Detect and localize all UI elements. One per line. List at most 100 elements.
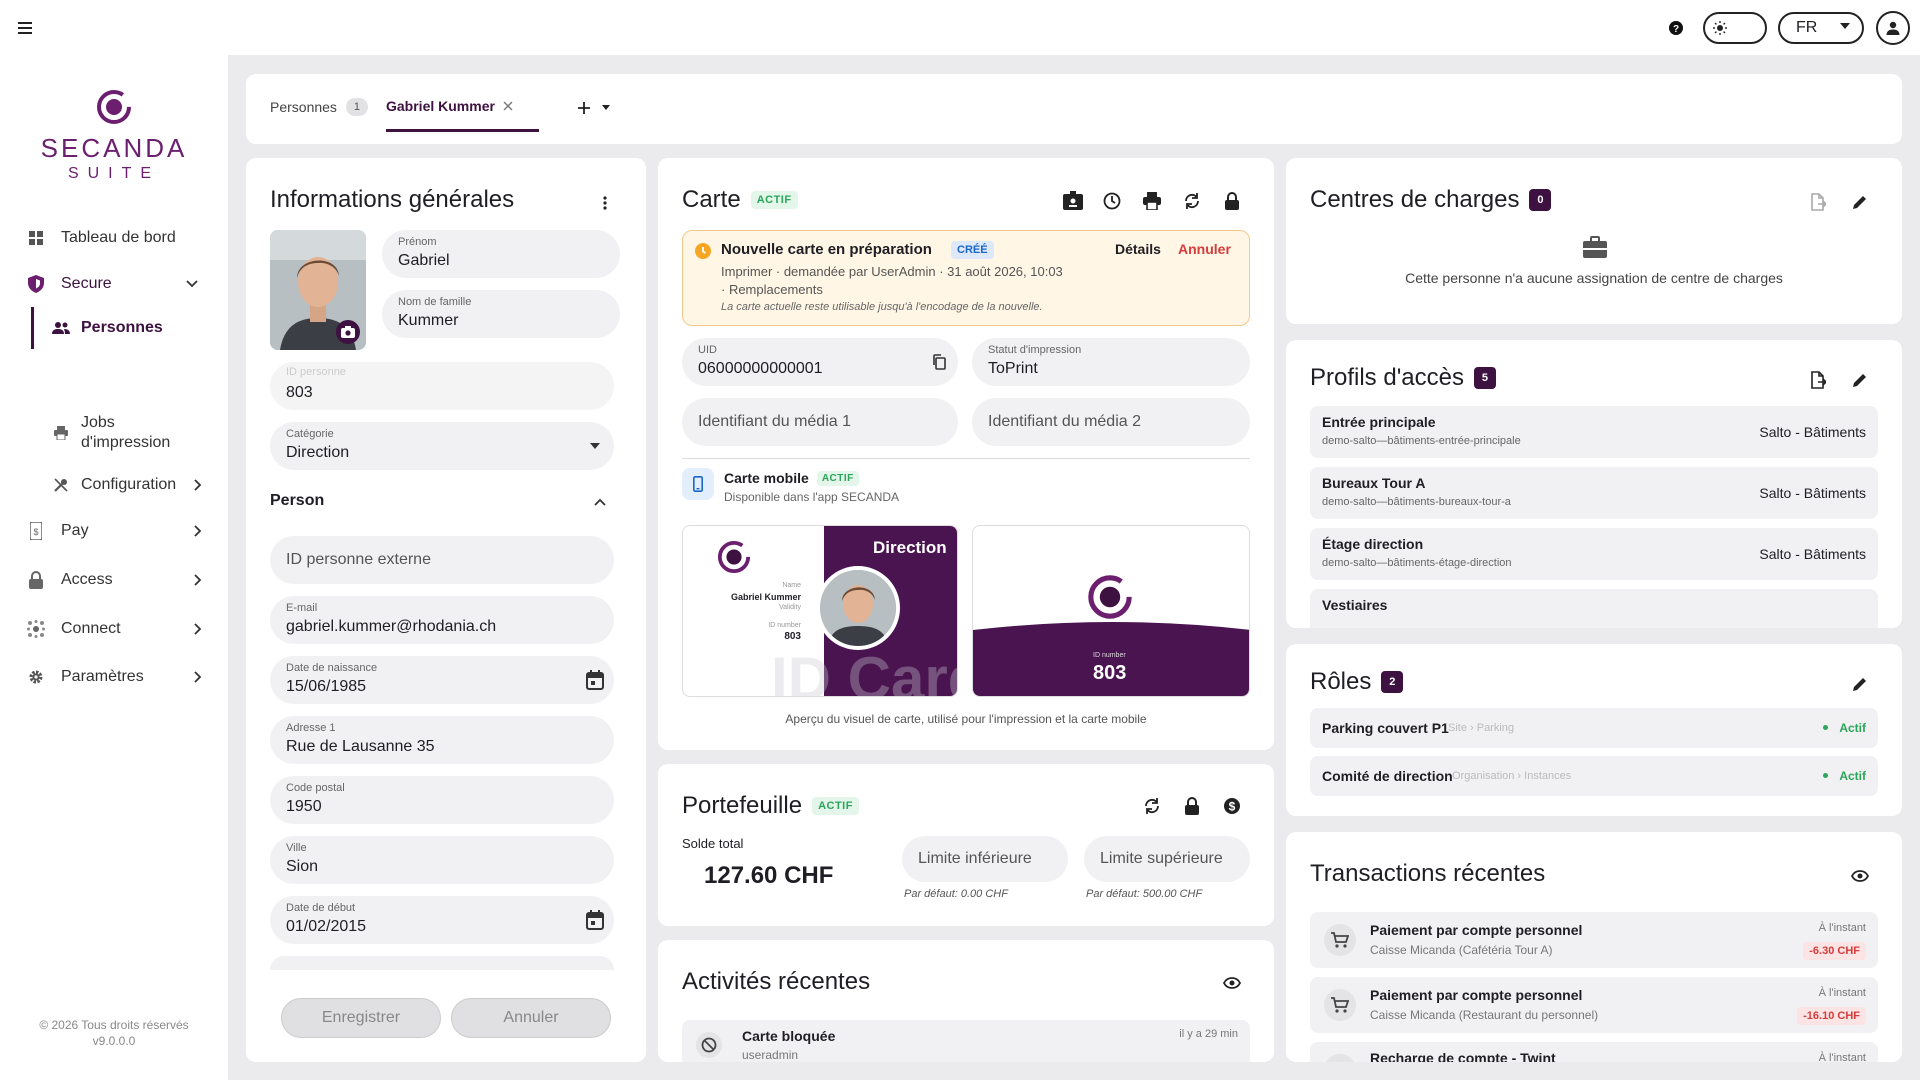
print-icon[interactable] bbox=[1142, 191, 1162, 211]
count-badge: 0 bbox=[1529, 189, 1552, 211]
card-title: Carte bbox=[682, 186, 741, 213]
more-vert-icon[interactable] bbox=[596, 194, 614, 212]
edit-icon[interactable] bbox=[1850, 674, 1870, 694]
first-name-field[interactable]: Prénom Gabriel bbox=[382, 230, 620, 278]
access-profile-row[interactable]: Vestiaires bbox=[1310, 589, 1878, 628]
lock-icon bbox=[27, 571, 45, 589]
mobile-card-title: Carte mobile bbox=[724, 470, 809, 486]
birthdate-field[interactable]: Date de naissance 15/06/1985 bbox=[270, 656, 614, 704]
theme-toggle[interactable] bbox=[1703, 12, 1767, 44]
camera-icon[interactable] bbox=[336, 320, 360, 344]
transaction-row[interactable]: Paiement par compte personnel Caisse Mic… bbox=[1310, 912, 1878, 968]
card-front-category: Direction bbox=[873, 538, 947, 557]
calendar-icon[interactable] bbox=[586, 910, 604, 930]
last-name-field[interactable]: Nom de famille Kummer bbox=[382, 290, 620, 338]
balance-label: Solde total bbox=[682, 836, 744, 851]
mobile-phone-icon bbox=[682, 468, 714, 500]
sync-icon[interactable] bbox=[1182, 191, 1202, 211]
sync-icon[interactable] bbox=[1142, 796, 1162, 816]
activity-item[interactable]: Carte bloquée useradmin il y a 29 min bbox=[682, 1020, 1250, 1062]
badge-id-icon[interactable] bbox=[1062, 190, 1084, 212]
section-person-header[interactable]: Person bbox=[270, 492, 614, 516]
currency-icon[interactable]: $ bbox=[1222, 796, 1242, 816]
sidebar-item-connect[interactable]: Connect bbox=[0, 614, 228, 644]
profile-name: Étage direction bbox=[1322, 536, 1424, 552]
tab-persons[interactable]: Personnes 1 bbox=[270, 98, 368, 116]
export-icon[interactable] bbox=[1808, 192, 1828, 212]
sidebar-item-access[interactable]: Access bbox=[0, 565, 228, 595]
history-icon[interactable] bbox=[1102, 191, 1122, 211]
calendar-icon[interactable] bbox=[586, 670, 604, 690]
lock-icon[interactable] bbox=[1222, 191, 1242, 211]
transaction-title: Paiement par compte personnel bbox=[1370, 922, 1583, 938]
access-profiles-section: Profils d'accès 5 Entrée principale demo… bbox=[1286, 340, 1902, 628]
print-status-field[interactable]: Statut d'impression ToPrint bbox=[972, 338, 1250, 386]
tools-icon bbox=[53, 477, 69, 493]
profile-code: demo-salto—bâtiments-entrée-principale bbox=[1322, 435, 1521, 447]
edit-icon[interactable] bbox=[1850, 192, 1870, 212]
address-field[interactable]: Adresse 1 Rue de Lausanne 35 bbox=[270, 716, 614, 764]
eye-icon[interactable] bbox=[1222, 973, 1242, 993]
access-profile-row[interactable]: Entrée principale demo-salto—bâtiments-e… bbox=[1310, 406, 1878, 458]
postal-code-field[interactable]: Code postal 1950 bbox=[270, 776, 614, 824]
sidebar-item-label: Access bbox=[61, 571, 113, 588]
empty-state-text: Cette personne n'a aucune assignation de… bbox=[1405, 270, 1783, 286]
printer-icon bbox=[53, 425, 69, 441]
card-title: Portefeuille bbox=[682, 792, 803, 819]
notice-cancel-link[interactable]: Annuler bbox=[1178, 241, 1231, 257]
cancel-button[interactable]: Annuler bbox=[451, 998, 611, 1038]
sidebar-item-print-jobs[interactable]: Jobs d'impression bbox=[0, 413, 228, 453]
notice-details-link[interactable]: Détails bbox=[1115, 241, 1161, 257]
sidebar-item-persons[interactable]: Personnes bbox=[0, 313, 228, 343]
email-field[interactable]: E-mail gabriel.kummer@rhodania.ch bbox=[270, 596, 614, 644]
sidebar-item-pay[interactable]: $ Pay bbox=[0, 516, 228, 546]
copyright: © 2026 Tous droits réservés bbox=[39, 1018, 189, 1032]
sidebar-item-dashboard[interactable]: Tableau de bord bbox=[0, 223, 228, 253]
eye-icon[interactable] bbox=[1850, 866, 1870, 886]
gear-icon bbox=[28, 669, 44, 685]
notice-line: Imprimer · demandée par UserAdmin · 31 a… bbox=[721, 264, 1063, 279]
user-account-icon[interactable] bbox=[1876, 11, 1910, 45]
close-icon[interactable] bbox=[503, 101, 513, 111]
help-icon[interactable]: ? bbox=[1666, 18, 1686, 38]
add-tab-icon[interactable] bbox=[576, 100, 592, 116]
profile-system: Salto - Bâtiments bbox=[1759, 424, 1866, 440]
logo-subtext: SUITE bbox=[67, 165, 161, 182]
role-row[interactable]: Parking couvert P1 Site › Parking Actif bbox=[1310, 708, 1878, 748]
chevron-right-icon bbox=[194, 574, 202, 586]
language-select[interactable]: FR bbox=[1778, 12, 1864, 44]
tab-gabriel-kummer[interactable]: Gabriel Kummer bbox=[386, 98, 513, 114]
lock-icon[interactable] bbox=[1182, 796, 1202, 816]
sidebar-item-settings[interactable]: Paramètres bbox=[0, 662, 228, 692]
category-select[interactable]: Catégorie Direction bbox=[270, 422, 614, 470]
caret-down-icon[interactable] bbox=[602, 105, 610, 110]
next-field[interactable] bbox=[270, 956, 614, 970]
lower-limit-field[interactable]: Limite inférieure bbox=[902, 836, 1068, 882]
svg-text:?: ? bbox=[1673, 24, 1679, 35]
role-path: Site › Parking bbox=[1448, 722, 1515, 734]
copy-icon[interactable] bbox=[932, 354, 946, 370]
avatar[interactable] bbox=[270, 230, 366, 350]
export-icon[interactable] bbox=[1808, 370, 1828, 390]
sidebar-item-label: Tableau de bord bbox=[61, 229, 176, 246]
media-id-1-field[interactable]: Identifiant du média 1 bbox=[682, 398, 958, 446]
upper-limit-field[interactable]: Limite supérieure bbox=[1084, 836, 1250, 882]
sidebar-item-secure[interactable]: Secure bbox=[0, 269, 228, 299]
transaction-row[interactable]: Paiement par compte personnel Caisse Mic… bbox=[1310, 977, 1878, 1033]
media-id-2-field[interactable]: Identifiant du média 2 bbox=[972, 398, 1250, 446]
role-name: Parking couvert P1 bbox=[1322, 720, 1449, 736]
city-field[interactable]: Ville Sion bbox=[270, 836, 614, 884]
uid-field[interactable]: UID 06000000000001 bbox=[682, 338, 958, 386]
menu-icon[interactable] bbox=[14, 16, 38, 40]
start-date-field[interactable]: Date de début 01/02/2015 bbox=[270, 896, 614, 944]
edit-icon[interactable] bbox=[1850, 370, 1870, 390]
access-profile-row[interactable]: Bureaux Tour A demo-salto—bâtiments-bure… bbox=[1310, 467, 1878, 519]
access-profile-row[interactable]: Étage direction demo-salto—bâtiments-éta… bbox=[1310, 528, 1878, 580]
transaction-row[interactable]: Recharge de compte - Twint À l'instant bbox=[1310, 1042, 1878, 1062]
sidebar-item-configuration[interactable]: Configuration bbox=[0, 470, 228, 500]
tab-label: Personnes bbox=[270, 99, 337, 115]
external-id-field[interactable]: ID personne externe bbox=[270, 536, 614, 584]
roles-section: Rôles 2 Parking couvert P1 Site › Parkin… bbox=[1286, 644, 1902, 816]
save-button[interactable]: Enregistrer bbox=[281, 998, 441, 1038]
role-row[interactable]: Comité de direction Organisation › Insta… bbox=[1310, 756, 1878, 796]
